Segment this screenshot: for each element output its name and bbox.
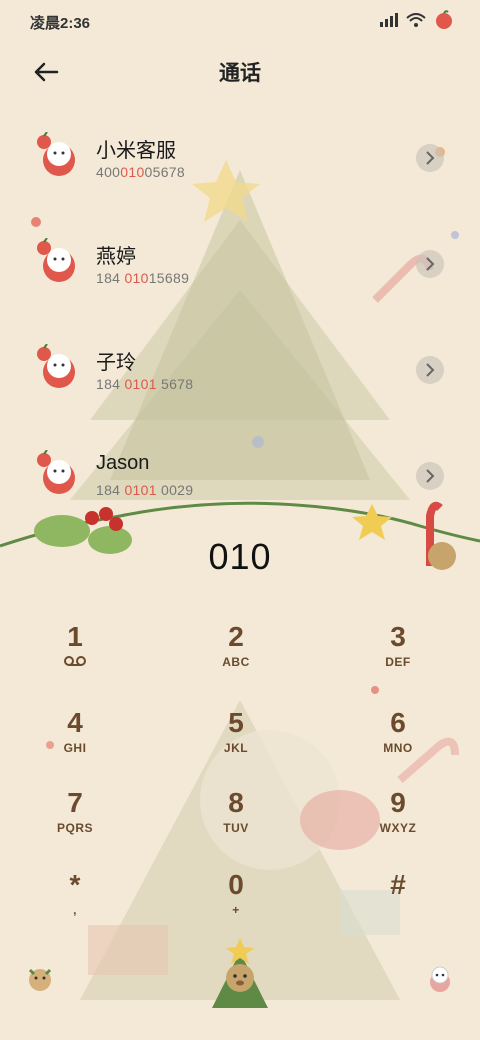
key-letters: ABC	[222, 655, 250, 669]
contact-suggestion-list: 小米客服 40001005678 燕婷 184 01015689 子玲 184 …	[0, 118, 480, 542]
status-bar: 凌晨2:36	[0, 0, 480, 44]
key-letters: TUV	[223, 821, 249, 835]
key-1[interactable]: 1	[20, 620, 130, 692]
contact-detail-button[interactable]	[416, 144, 444, 172]
key-hash[interactable]: #	[343, 868, 453, 940]
key-digit: 7	[67, 787, 83, 818]
key-0[interactable]: 0 +	[181, 868, 291, 940]
contact-name: Jason	[96, 452, 150, 474]
key-digit: 0	[228, 869, 244, 900]
contact-detail-button[interactable]	[416, 250, 444, 278]
wifi-icon	[406, 13, 426, 27]
key-digit: 8	[228, 787, 244, 818]
key-9[interactable]: 9 WXYZ	[343, 786, 453, 858]
key-letters: GHI	[63, 741, 87, 755]
chevron-right-icon	[426, 151, 435, 165]
contact-number: 184 0101 5678	[96, 376, 194, 392]
bottom-action-bar	[0, 938, 480, 1020]
contact-detail-button[interactable]	[416, 462, 444, 490]
key-4[interactable]: 4 GHI	[20, 706, 130, 778]
contacts-icon[interactable]	[424, 962, 456, 994]
key-digit: 9	[390, 787, 406, 818]
key-letters: +	[232, 903, 240, 917]
contact-name: 燕婷	[96, 246, 136, 268]
key-digit: 6	[390, 707, 406, 738]
key-letters: WXYZ	[379, 821, 417, 835]
key-digit: *	[69, 869, 81, 900]
key-2[interactable]: 2 ABC	[181, 620, 291, 692]
key-digit: #	[390, 869, 406, 900]
contact-name: 小米客服	[96, 140, 176, 162]
status-icons	[380, 10, 454, 30]
avatar-icon	[37, 132, 75, 176]
key-5[interactable]: 5 JKL	[181, 706, 291, 778]
dialed-number: 010	[208, 536, 272, 577]
header: 通话	[0, 44, 480, 100]
voicemail-icon	[64, 656, 86, 666]
key-6[interactable]: 6 MNO	[343, 706, 453, 778]
avatar-icon	[37, 238, 75, 282]
key-7[interactable]: 7 PQRS	[20, 786, 130, 858]
contact-item[interactable]: 子玲 184 0101 5678	[0, 330, 480, 436]
contact-item[interactable]: 小米客服 40001005678	[0, 118, 480, 224]
key-star[interactable]: * ,	[20, 868, 130, 940]
contact-detail-button[interactable]	[416, 356, 444, 384]
key-3[interactable]: 3 DEF	[343, 620, 453, 692]
chevron-right-icon	[426, 469, 435, 483]
key-digit: 1	[67, 621, 83, 652]
contact-name: 子玲	[96, 352, 136, 374]
contact-item[interactable]: 燕婷 184 01015689	[0, 224, 480, 330]
key-letters: ,	[73, 903, 77, 917]
page-title: 通话	[219, 62, 261, 85]
avatar-icon	[37, 344, 75, 388]
contact-number: 184 01015689	[96, 270, 190, 286]
call-button-icon[interactable]	[204, 938, 276, 1014]
avatar-icon	[37, 450, 75, 494]
status-time: 凌晨2:36	[30, 15, 91, 32]
key-digit: 2	[228, 621, 244, 652]
key-digit: 4	[67, 707, 83, 738]
menu-icon[interactable]	[24, 962, 56, 994]
signal-icon	[380, 13, 398, 27]
battery-icon	[436, 10, 452, 29]
key-letters: MNO	[383, 741, 413, 755]
chevron-right-icon	[426, 363, 435, 377]
key-letters: PQRS	[56, 821, 93, 835]
key-letters: DEF	[385, 655, 411, 669]
key-digit: 3	[390, 621, 406, 652]
chevron-right-icon	[426, 257, 435, 271]
key-8[interactable]: 8 TUV	[181, 786, 291, 858]
key-letters: JKL	[223, 741, 249, 755]
key-digit: 5	[228, 707, 244, 738]
contact-number: 40001005678	[96, 164, 185, 180]
